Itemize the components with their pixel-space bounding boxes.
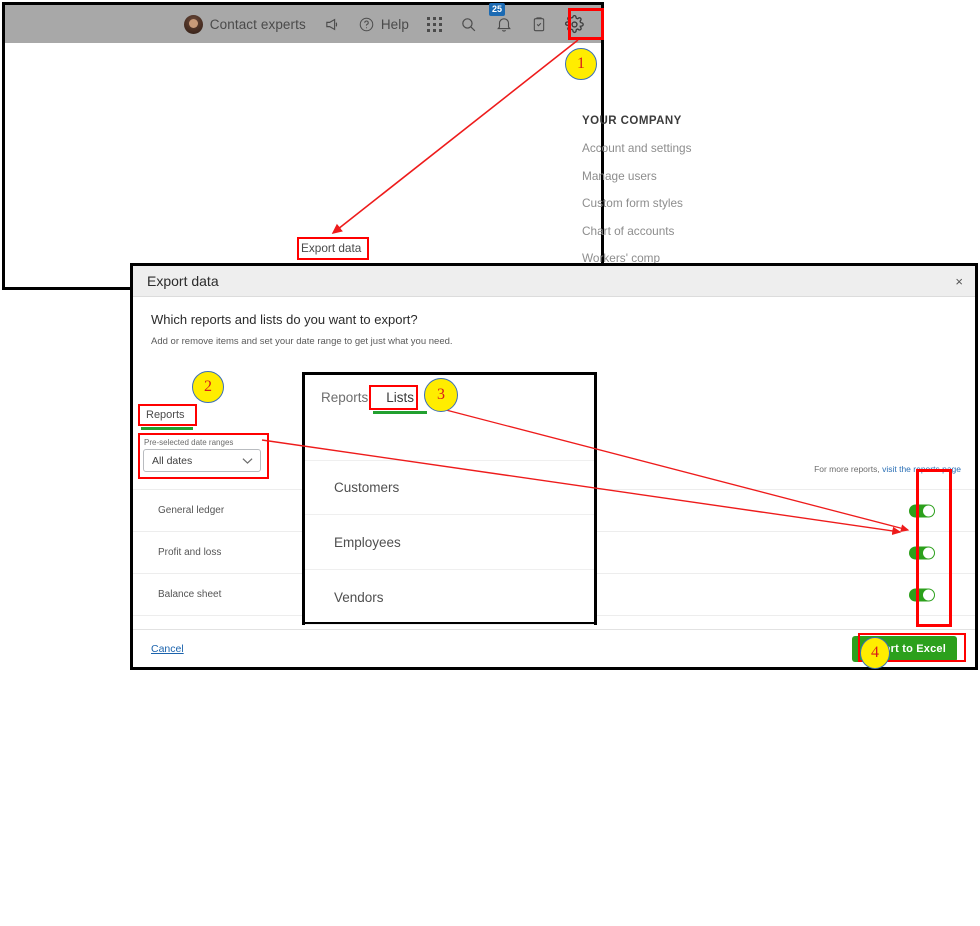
menu-item-account-and-settings[interactable]: Account and settings <box>582 141 720 155</box>
inset-tab-lists-highlight-box <box>369 385 418 410</box>
report-row-label: Profit and loss <box>158 547 222 558</box>
bell-icon <box>495 15 513 33</box>
annotation-step-3: 3 <box>424 378 458 412</box>
inset-tab-reports[interactable]: Reports <box>321 390 368 405</box>
menu-item-chart-of-accounts[interactable]: Chart of accounts <box>582 224 720 238</box>
inset-tab-lists-active-underline <box>373 411 427 414</box>
dialog-footer: Cancel Export to Excel <box>133 629 975 667</box>
contact-experts-button[interactable]: Contact experts <box>175 5 315 43</box>
list-item[interactable]: Customers <box>305 460 594 515</box>
toggles-highlight-box <box>916 469 952 627</box>
column-heading: YOUR COMPANY <box>582 115 682 127</box>
help-label: Help <box>380 16 409 32</box>
date-range-highlight-box <box>138 433 269 479</box>
search-icon[interactable] <box>451 5 486 43</box>
inset-rows-list: Customers Employees Vendors <box>305 460 594 625</box>
grid-apps-icon[interactable] <box>418 5 451 43</box>
annotation-step-1: 1 <box>565 48 597 80</box>
report-row-label: General ledger <box>158 505 225 516</box>
menu-column-your-company: YOUR COMPANY Account and settings Manage… <box>570 115 720 320</box>
notification-count-badge: 25 <box>489 3 506 16</box>
help-button[interactable]: Help <box>350 5 418 43</box>
report-row-label: Balance sheet <box>158 589 222 600</box>
export-data-highlight-box <box>297 237 369 260</box>
gear-highlight-box <box>568 8 604 40</box>
dialog-title: Export data <box>147 273 219 289</box>
dialog-question: Which reports and lists do you want to e… <box>151 312 418 327</box>
dialog-header: Export data × <box>133 266 975 297</box>
quickbooks-gear-menu-panel: Contact experts Help 25 YOUR COMPANY Acc… <box>2 2 858 616</box>
dialog-subtitle: Add or remove items and set your date ra… <box>151 336 453 347</box>
help-icon <box>359 17 374 32</box>
tab-reports-active-underline <box>141 427 193 430</box>
menu-item-custom-form-styles[interactable]: Custom form styles <box>582 196 720 210</box>
menu-item-manage-users[interactable]: Manage users <box>582 169 720 183</box>
annotation-step-2: 2 <box>192 371 224 403</box>
close-icon[interactable]: × <box>955 274 963 289</box>
annotation-step-4: 4 <box>860 637 890 669</box>
cancel-button[interactable]: Cancel <box>151 643 184 655</box>
tab-reports-highlight-box <box>138 404 197 426</box>
lists-tab-zoom-panel: Reports Lists Customers Employees Vendor… <box>302 372 597 625</box>
screenshot-root: Contact experts Help 25 YOUR COMPANY Acc… <box>0 0 980 672</box>
clipboard-icon[interactable] <box>522 5 556 43</box>
notifications-button[interactable]: 25 <box>486 3 522 43</box>
more-reports-prefix: For more reports, <box>814 464 883 474</box>
contact-experts-label: Contact experts <box>209 16 306 32</box>
top-navigation-bar: Contact experts Help 25 <box>5 3 601 43</box>
megaphone-icon[interactable] <box>315 5 350 43</box>
user-avatar <box>183 14 203 34</box>
list-item[interactable]: Employees <box>305 515 594 570</box>
list-item[interactable]: Vendors <box>305 570 594 625</box>
